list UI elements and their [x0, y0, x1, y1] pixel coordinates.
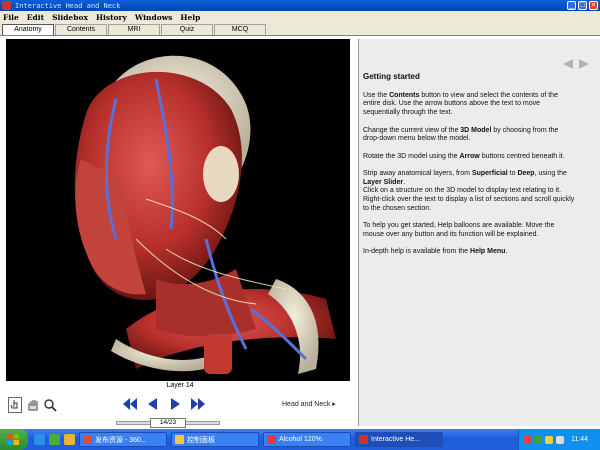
text-span: .: [403, 178, 406, 186]
task-interactive[interactable]: Interactive He...: [355, 432, 443, 447]
quick-launch: [34, 434, 75, 445]
rewind-icon[interactable]: [122, 397, 138, 411]
title-bar[interactable]: Interactive Head and Neck _ □ ×: [0, 0, 600, 11]
alcohol-icon: [267, 435, 276, 444]
task-label: 发布资源 - 360...: [95, 436, 147, 444]
window-title: Interactive Head and Neck: [15, 1, 121, 10]
tray-icon[interactable]: [523, 435, 531, 444]
help-paragraph: Change the current view of the 3D Model …: [363, 127, 575, 144]
help-paragraph: To help you get started, Help balloons a…: [363, 222, 555, 238]
tab-mcq[interactable]: MCQ: [214, 24, 266, 35]
hand-rotate-icon[interactable]: [26, 397, 40, 413]
magnify-icon[interactable]: [43, 397, 57, 413]
text-span: .: [505, 248, 508, 256]
next-icon[interactable]: [170, 397, 182, 411]
head-neck-model[interactable]: [6, 39, 350, 381]
desktop-icon[interactable]: [64, 434, 75, 445]
text-span: to: [507, 169, 518, 177]
menu-file[interactable]: File: [3, 13, 19, 22]
task-alcohol[interactable]: Alcohol 120%: [263, 432, 351, 447]
clock: 11:44: [571, 436, 588, 443]
browser-icon: [83, 435, 92, 444]
region-dropdown[interactable]: Head and Neck ▸: [282, 400, 336, 408]
hand-pointer-icon[interactable]: [8, 397, 22, 413]
task-label: Alcohol 120%: [279, 436, 322, 443]
task-label: 控制面板: [187, 436, 215, 444]
minimize-icon[interactable]: _: [567, 1, 576, 10]
network-icon[interactable]: [556, 435, 564, 444]
text-span: Use the: [363, 91, 390, 99]
tray-icon[interactable]: [534, 435, 542, 444]
text-span: Rotate the 3D model using the: [363, 152, 460, 160]
text-span: Click on a structure on the 3D model to …: [363, 187, 575, 212]
ie-icon[interactable]: [34, 434, 45, 445]
menu-edit[interactable]: Edit: [27, 13, 44, 22]
task-browser[interactable]: 发布资源 - 360...: [79, 432, 167, 447]
tab-mri[interactable]: MRI: [108, 24, 160, 35]
text-nav-arrows: [562, 58, 590, 70]
tab-anatomy[interactable]: Anatomy: [2, 24, 54, 35]
help-text-panel: Getting started Use the Contents button …: [358, 39, 600, 426]
maximize-icon[interactable]: □: [578, 1, 587, 10]
text-span: In-depth help is available from the: [363, 248, 471, 256]
menu-history[interactable]: History: [96, 13, 127, 22]
fast-forward-icon[interactable]: [190, 397, 206, 411]
windows-logo-icon: [7, 434, 19, 445]
help-paragraph: Strip away anatomical layers, from Super…: [363, 170, 575, 214]
app-icon: [2, 1, 11, 10]
bold-text: Arrow: [459, 152, 480, 160]
menu-windows[interactable]: Windows: [135, 13, 173, 22]
slider-value: 14/23: [150, 418, 186, 428]
app-icon: [359, 435, 368, 444]
menu-bar: File Edit Slidebox History Windows Help: [0, 11, 600, 24]
taskbar: 发布资源 - 360... 控制面板 Alcohol 120% Interact…: [0, 429, 600, 450]
layer-label: Layer 14: [166, 382, 194, 389]
bold-text: Deep: [517, 169, 535, 177]
help-text: Getting started Use the Contents button …: [363, 72, 575, 266]
help-paragraph: Use the Contents button to view and sele…: [363, 92, 575, 118]
help-heading: Getting started: [363, 72, 420, 81]
text-prev-icon[interactable]: [562, 58, 574, 70]
text-span: Change the current view of the: [363, 126, 461, 134]
help-paragraph: In-depth help is available from the Help…: [363, 248, 575, 257]
text-span: Strip away anatomical layers, from: [363, 169, 472, 177]
volume-icon[interactable]: [545, 435, 553, 444]
bold-text: Help Menu: [470, 248, 506, 256]
bold-text: Superficial: [471, 169, 508, 177]
start-button[interactable]: [0, 429, 28, 450]
text-next-icon[interactable]: [578, 58, 590, 70]
model-viewport[interactable]: [6, 39, 350, 381]
tab-bar: Anatomy Contents MRI Quiz MCQ: [0, 24, 600, 36]
tab-quiz[interactable]: Quiz: [161, 24, 213, 35]
task-control-panel[interactable]: 控制面板: [171, 432, 259, 447]
previous-icon[interactable]: [146, 397, 158, 411]
contents-link: Contents: [389, 91, 420, 99]
text-span: buttons centred beneath it.: [479, 152, 565, 160]
task-label: Interactive He...: [371, 436, 421, 443]
tab-contents[interactable]: Contents: [55, 24, 107, 35]
help-paragraph: Rotate the 3D model using the Arrow butt…: [363, 153, 575, 162]
menu-slidebox[interactable]: Slidebox: [52, 13, 88, 22]
folder-icon: [175, 435, 184, 444]
menu-help[interactable]: Help: [180, 13, 200, 22]
close-icon[interactable]: ×: [589, 1, 598, 10]
system-tray: 11:44: [518, 429, 600, 450]
text-span: , using the: [534, 169, 567, 177]
bold-text: 3D Model: [460, 126, 492, 134]
bold-text: Layer Slider: [363, 178, 404, 186]
browser-360-icon[interactable]: [49, 434, 60, 445]
layer-slider[interactable]: 14/23: [116, 418, 220, 428]
